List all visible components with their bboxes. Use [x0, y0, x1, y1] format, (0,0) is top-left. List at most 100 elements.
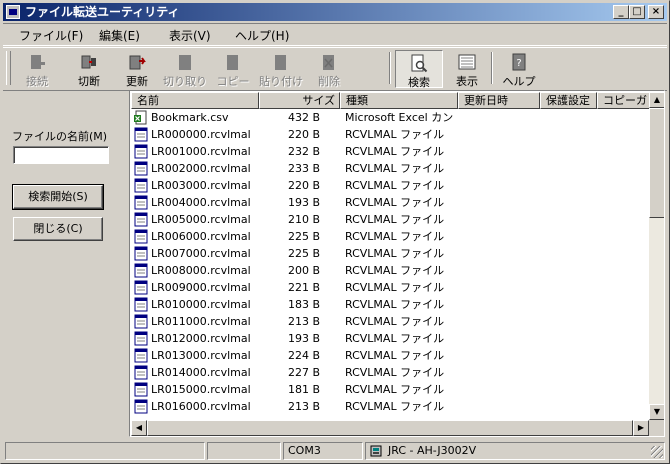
disconnect-button[interactable]: 切断 — [65, 50, 113, 88]
file-name: LR004000.rcvlmal — [151, 196, 251, 209]
rcvlmal-file-icon — [134, 178, 148, 193]
toolbar-button-label: 検索 — [408, 76, 430, 89]
file-name: LR015000.rcvlmal — [151, 383, 251, 396]
menu-edit[interactable]: 編集(E) — [99, 27, 140, 44]
column-header-copyguard[interactable]: コピーガ — [597, 92, 650, 109]
toolbar-button-label: コピー — [216, 75, 250, 88]
resize-grip[interactable] — [651, 446, 663, 458]
file-row[interactable]: LR011000.rcvlmal 213 B RCVLMAL ファイル — [131, 313, 649, 330]
app-icon[interactable] — [6, 5, 20, 19]
file-size: 225 B — [287, 230, 320, 243]
search-button[interactable]: 検索 — [395, 50, 443, 89]
rcvlmal-file-icon — [134, 314, 148, 329]
file-row[interactable]: LR004000.rcvlmal 193 B RCVLMAL ファイル — [131, 194, 649, 211]
connect-button[interactable]: 接続 — [13, 50, 61, 88]
title-bar[interactable]: ファイル転送ユーティリティ _ □ × — [3, 3, 667, 21]
toolbar-button-label: 接続 — [26, 75, 48, 88]
menu-file[interactable]: ファイル(F) — [19, 27, 83, 44]
file-row[interactable]: LR012000.rcvlmal 193 B RCVLMAL ファイル — [131, 330, 649, 347]
file-row[interactable]: LR001000.rcvlmal 232 B RCVLMAL ファイル — [131, 143, 649, 160]
status-bar: COM3 JRC - AH-J3002V — [3, 441, 667, 461]
file-name: LR014000.rcvlmal — [151, 366, 251, 379]
file-row[interactable]: LR015000.rcvlmal 181 B RCVLMAL ファイル — [131, 381, 649, 398]
file-list[interactable]: 名前 サイズ 種類 更新日時 保護設定 コピーガ Bookmark.csv 432… — [129, 90, 665, 437]
file-type: RCVLMAL ファイル — [345, 315, 445, 328]
column-header-modified[interactable]: 更新日時 — [458, 92, 540, 109]
close-window-button[interactable]: × — [648, 5, 664, 19]
file-row[interactable]: LR007000.rcvlmal 225 B RCVLMAL ファイル — [131, 245, 649, 262]
file-row[interactable]: LR005000.rcvlmal 210 B RCVLMAL ファイル — [131, 211, 649, 228]
toolbar-button-label: 切断 — [78, 75, 100, 88]
vertical-scrollbar[interactable]: ▲ ▼ — [649, 92, 664, 420]
file-row[interactable]: LR014000.rcvlmal 227 B RCVLMAL ファイル — [131, 364, 649, 381]
file-size: 432 B — [287, 111, 320, 124]
refresh-button[interactable]: 更新 — [113, 50, 161, 88]
list-header: 名前 サイズ 種類 更新日時 保護設定 コピーガ — [131, 92, 664, 109]
file-type: RCVLMAL ファイル — [345, 247, 445, 260]
rcvlmal-file-icon — [134, 280, 148, 295]
file-name: LR006000.rcvlmal — [151, 230, 251, 243]
rcvlmal-file-icon — [134, 399, 148, 414]
file-row[interactable]: Bookmark.csv 432 B Microsoft Excel カン — [131, 109, 649, 126]
scroll-right-button[interactable]: ▶ — [633, 420, 649, 436]
file-row[interactable]: LR003000.rcvlmal 220 B RCVLMAL ファイル — [131, 177, 649, 194]
file-row[interactable]: LR008000.rcvlmal 200 B RCVLMAL ファイル — [131, 262, 649, 279]
column-header-size[interactable]: サイズ — [259, 92, 340, 109]
minimize-button[interactable]: _ — [613, 5, 629, 19]
cut-button[interactable]: 切り取り — [161, 50, 209, 88]
filename-input[interactable] — [13, 146, 109, 164]
copy-button[interactable]: コピー — [209, 50, 257, 88]
view-button[interactable]: 表示 — [443, 50, 491, 88]
file-size: 183 B — [287, 298, 320, 311]
file-size: 227 B — [287, 366, 320, 379]
rcvlmal-file-icon — [134, 161, 148, 176]
file-size: 232 B — [287, 145, 320, 158]
file-row[interactable]: LR009000.rcvlmal 221 B RCVLMAL ファイル — [131, 279, 649, 296]
vertical-scroll-thumb[interactable] — [649, 108, 664, 218]
file-row[interactable]: LR006000.rcvlmal 225 B RCVLMAL ファイル — [131, 228, 649, 245]
file-row[interactable]: LR010000.rcvlmal 183 B RCVLMAL ファイル — [131, 296, 649, 313]
device-icon — [370, 445, 382, 457]
start-search-button[interactable]: 検索開始(S) — [12, 184, 104, 210]
rcvlmal-file-icon — [134, 144, 148, 159]
maximize-button[interactable]: □ — [629, 5, 645, 19]
menu-view[interactable]: 表示(V) — [169, 27, 211, 44]
toolbar-grip[interactable] — [6, 51, 11, 85]
scroll-down-button[interactable]: ▼ — [649, 404, 664, 420]
file-type: Microsoft Excel カン — [345, 111, 454, 124]
copy-icon — [227, 55, 238, 70]
connect-icon — [31, 55, 45, 69]
file-name: LR009000.rcvlmal — [151, 281, 251, 294]
file-row[interactable]: LR013000.rcvlmal 224 B RCVLMAL ファイル — [131, 347, 649, 364]
file-name: Bookmark.csv — [151, 111, 229, 124]
rcvlmal-file-icon — [134, 195, 148, 210]
horizontal-scrollbar[interactable]: ◀ ▶ — [131, 420, 649, 436]
close-panel-button[interactable]: 閉じる(C) — [13, 217, 103, 241]
column-header-protection[interactable]: 保護設定 — [540, 92, 597, 109]
file-row[interactable]: LR002000.rcvlmal 233 B RCVLMAL ファイル — [131, 160, 649, 177]
file-size: 193 B — [287, 332, 320, 345]
file-size: 233 B — [287, 162, 320, 175]
column-header-type[interactable]: 種類 — [340, 92, 458, 109]
scroll-up-button[interactable]: ▲ — [649, 92, 664, 108]
horizontal-scroll-thumb[interactable] — [147, 420, 633, 436]
delete-button[interactable]: 削除 — [305, 50, 353, 88]
delete-icon — [323, 55, 334, 70]
file-row[interactable]: LR000000.rcvlmal 220 B RCVLMAL ファイル — [131, 126, 649, 143]
paste-button[interactable]: 貼り付け — [257, 50, 305, 88]
help-button[interactable]: ? ヘルプ — [495, 50, 543, 88]
file-size: 210 B — [287, 213, 320, 226]
file-size: 213 B — [287, 400, 320, 413]
file-size: 220 B — [287, 128, 320, 141]
file-row[interactable]: LR016000.rcvlmal 213 B RCVLMAL ファイル — [131, 398, 649, 415]
menu-help[interactable]: ヘルプ(H) — [235, 27, 289, 44]
file-name: LR001000.rcvlmal — [151, 145, 251, 158]
rcvlmal-file-icon — [134, 127, 148, 142]
file-name: LR000000.rcvlmal — [151, 128, 251, 141]
main-window: ファイル転送ユーティリティ _ □ × ファイル(F) 編集(E) 表示(V) … — [0, 0, 670, 464]
column-header-name[interactable]: 名前 — [131, 92, 259, 109]
file-name: LR003000.rcvlmal — [151, 179, 251, 192]
file-size: 220 B — [287, 179, 320, 192]
scroll-left-button[interactable]: ◀ — [131, 420, 147, 436]
rcvlmal-file-icon — [134, 331, 148, 346]
